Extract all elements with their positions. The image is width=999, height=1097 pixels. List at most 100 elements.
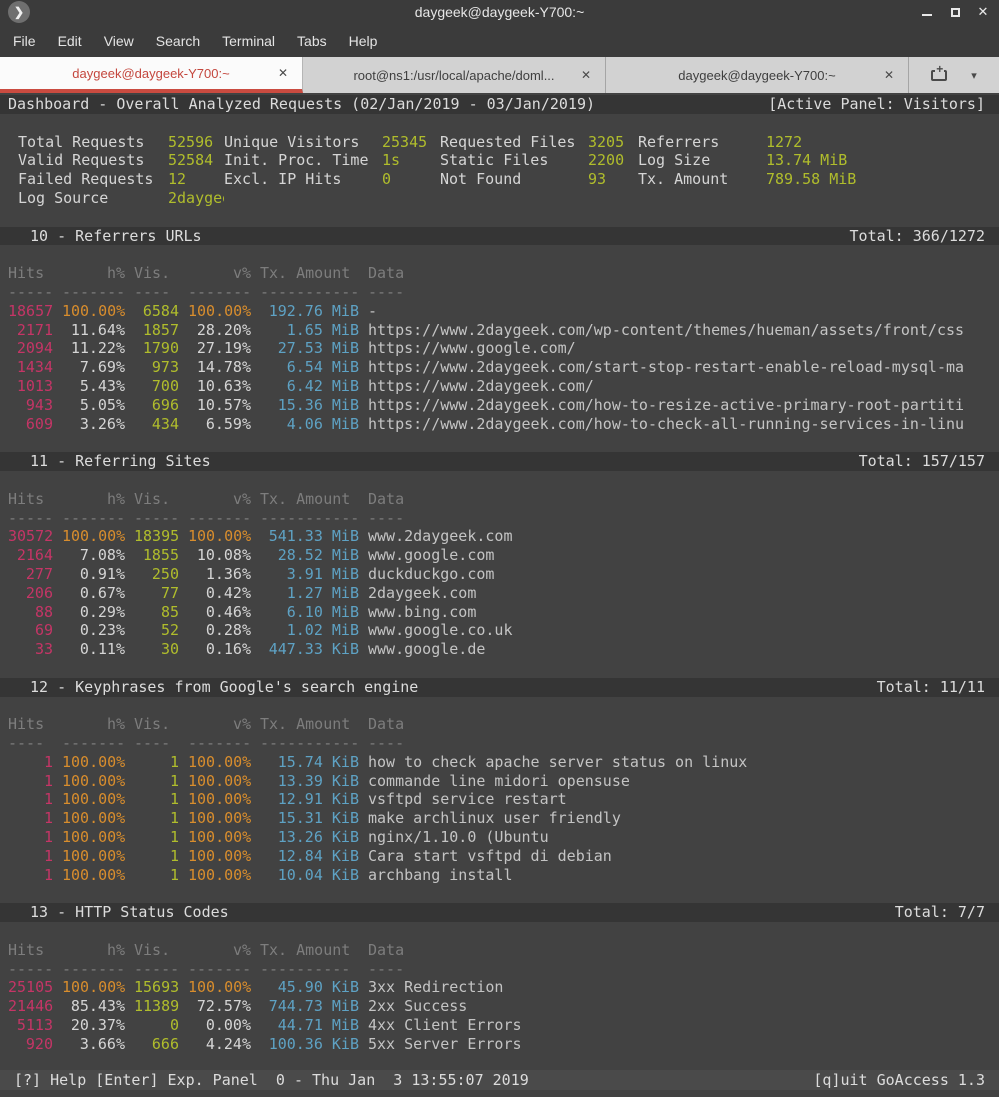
table-row[interactable]: 1 100.00% 1 100.00% 15.74 KiB how to che… bbox=[0, 753, 999, 772]
menu-item[interactable]: Terminal bbox=[222, 33, 275, 49]
tab-strip: daygeek@daygeek-Y700:~ ✕ root@ns1:/usr/l… bbox=[0, 57, 909, 93]
active-panel-indicator: [Active Panel: Visitors] bbox=[768, 95, 985, 114]
menu-item[interactable]: Edit bbox=[58, 33, 82, 49]
table-row[interactable]: 943 5.05% 696 10.57% 15.36 MiB https://w… bbox=[0, 396, 999, 415]
table-row[interactable]: 5113 20.37% 0 0.00% 44.71 MiB 4xx Client… bbox=[0, 1016, 999, 1035]
new-tab-button[interactable]: + bbox=[931, 70, 947, 81]
hits-percent-cell: 100.00% bbox=[62, 978, 125, 997]
tab-close-icon[interactable]: ✕ bbox=[581, 68, 591, 82]
visitors-cell: 250 bbox=[134, 565, 179, 584]
table-row[interactable]: 609 3.26% 434 6.59% 4.06 MiB https://www… bbox=[0, 415, 999, 434]
data-cell: make archlinux user friendly bbox=[368, 809, 999, 828]
summary-label: Not Found bbox=[440, 170, 588, 189]
menu-item[interactable]: File bbox=[13, 33, 36, 49]
terminal-tab[interactable]: daygeek@daygeek-Y700:~ ✕ bbox=[0, 57, 303, 93]
visitors-percent-cell: 100.00% bbox=[188, 753, 251, 772]
panel-header-bar[interactable]: 11 - Referring Sites Total: 157/157 bbox=[0, 452, 999, 471]
table-row[interactable]: 30572 100.00% 18395 100.00% 541.33 MiB w… bbox=[0, 527, 999, 546]
data-cell: - bbox=[368, 302, 999, 321]
visitors-cell: 1 bbox=[134, 828, 179, 847]
panel-header-bar[interactable]: 13 - HTTP Status Codes Total: 7/7 bbox=[0, 903, 999, 922]
col-visitors: Vis. bbox=[134, 715, 179, 734]
table-row[interactable]: 2171 11.64% 1857 28.20% 1.65 MiB https:/… bbox=[0, 321, 999, 340]
col-hits-percent: h% bbox=[62, 941, 125, 960]
panel-divider-row: ----- ------- ----- ------- ----------- … bbox=[0, 509, 999, 528]
hits-cell: 277 bbox=[8, 565, 53, 584]
menu-item[interactable]: View bbox=[104, 33, 134, 49]
tab-close-icon[interactable]: ✕ bbox=[278, 66, 288, 80]
visitors-cell: 77 bbox=[134, 584, 179, 603]
table-row[interactable]: 25105 100.00% 15693 100.00% 45.90 KiB 3x… bbox=[0, 978, 999, 997]
summary-label: Total Requests bbox=[18, 133, 168, 152]
table-row[interactable]: 2094 11.22% 1790 27.19% 27.53 MiB https:… bbox=[0, 339, 999, 358]
tab-list-dropdown-icon[interactable]: ▾ bbox=[971, 69, 977, 82]
visitors-cell: 434 bbox=[134, 415, 179, 434]
table-row[interactable]: 1 100.00% 1 100.00% 13.26 KiB nginx/1.10… bbox=[0, 828, 999, 847]
hits-percent-cell: 20.37% bbox=[62, 1016, 125, 1035]
summary-value: 1s bbox=[382, 151, 440, 170]
tx-amount-cell: 1.65 MiB bbox=[260, 321, 359, 340]
panel-rows: 18657 100.00% 6584 100.00% 192.76 MiB - … bbox=[0, 302, 999, 434]
panel-title: 12 - Keyphrases from Google's search eng… bbox=[30, 678, 418, 697]
table-row[interactable]: 1 100.00% 1 100.00% 13.39 KiB commande l… bbox=[0, 772, 999, 791]
col-visitors-percent: v% bbox=[188, 490, 251, 509]
tx-amount-cell: 1.02 MiB bbox=[260, 621, 359, 640]
summary-label: Tx. Amount bbox=[638, 170, 766, 189]
panel: 11 - Referring Sites Total: 157/157 Hits… bbox=[0, 452, 999, 678]
table-row[interactable]: 1434 7.69% 973 14.78% 6.54 MiB https://w… bbox=[0, 358, 999, 377]
menu-item[interactable]: Help bbox=[349, 33, 378, 49]
visitors-percent-cell: 27.19% bbox=[188, 339, 251, 358]
status-bar: [?] Help [Enter] Exp. Panel 0 - Thu Jan … bbox=[0, 1070, 999, 1090]
visitors-percent-cell: 14.78% bbox=[188, 358, 251, 377]
terminal-screen[interactable]: Dashboard - Overall Analyzed Requests (0… bbox=[0, 93, 999, 1097]
tab-close-icon[interactable]: ✕ bbox=[884, 68, 894, 82]
tx-amount-cell: 10.04 KiB bbox=[260, 866, 359, 885]
table-row[interactable]: 2164 7.08% 1855 10.08% 28.52 MiB www.goo… bbox=[0, 546, 999, 565]
tx-amount-cell: 28.52 MiB bbox=[260, 546, 359, 565]
status-bar-version: [q]uit GoAccess 1.3 bbox=[813, 1070, 985, 1090]
summary-label bbox=[440, 189, 588, 208]
hits-percent-cell: 100.00% bbox=[62, 772, 125, 791]
hits-cell: 1 bbox=[8, 809, 53, 828]
table-row[interactable]: 33 0.11% 30 0.16% 447.33 KiB www.google.… bbox=[0, 640, 999, 659]
terminal-tab[interactable]: daygeek@daygeek-Y700:~ ✕ bbox=[606, 57, 909, 93]
table-row[interactable]: 18657 100.00% 6584 100.00% 192.76 MiB - bbox=[0, 302, 999, 321]
minimize-icon[interactable] bbox=[921, 6, 933, 18]
table-row[interactable]: 88 0.29% 85 0.46% 6.10 MiB www.bing.com bbox=[0, 603, 999, 622]
table-row[interactable]: 69 0.23% 52 0.28% 1.02 MiB www.google.co… bbox=[0, 621, 999, 640]
col-data: Data bbox=[368, 264, 999, 283]
divider: ----------- bbox=[260, 509, 359, 528]
tx-amount-cell: 1.27 MiB bbox=[260, 584, 359, 603]
table-row[interactable]: 21446 85.43% 11389 72.57% 744.73 MiB 2xx… bbox=[0, 997, 999, 1016]
table-row[interactable]: 1 100.00% 1 100.00% 10.04 KiB archbang i… bbox=[0, 866, 999, 885]
visitors-cell: 1 bbox=[134, 866, 179, 885]
divider: ----- bbox=[134, 509, 179, 528]
table-row[interactable]: 206 0.67% 77 0.42% 1.27 MiB 2daygeek.com bbox=[0, 584, 999, 603]
tx-amount-cell: 12.91 KiB bbox=[260, 790, 359, 809]
table-row[interactable]: 1 100.00% 1 100.00% 12.91 KiB vsftpd ser… bbox=[0, 790, 999, 809]
table-row[interactable]: 920 3.66% 666 4.24% 100.36 KiB 5xx Serve… bbox=[0, 1035, 999, 1054]
menu-item[interactable]: Tabs bbox=[297, 33, 327, 49]
visitors-percent-cell: 100.00% bbox=[188, 978, 251, 997]
table-row[interactable]: 277 0.91% 250 1.36% 3.91 MiB duckduckgo.… bbox=[0, 565, 999, 584]
panel-column-headers: Hits h% Vis. v% Tx. Amount Data bbox=[0, 490, 999, 509]
panel-header-bar[interactable]: 10 - Referrers URLs Total: 366/1272 bbox=[0, 227, 999, 246]
table-row[interactable]: 1013 5.43% 700 10.63% 6.42 MiB https://w… bbox=[0, 377, 999, 396]
tx-amount-cell: 13.39 KiB bbox=[260, 772, 359, 791]
close-icon[interactable]: ✕ bbox=[977, 6, 989, 18]
visitors-percent-cell: 0.42% bbox=[188, 584, 251, 603]
tx-amount-cell: 3.91 MiB bbox=[260, 565, 359, 584]
hits-cell: 2171 bbox=[8, 321, 53, 340]
maximize-icon[interactable] bbox=[949, 6, 961, 18]
table-row[interactable]: 1 100.00% 1 100.00% 15.31 KiB make archl… bbox=[0, 809, 999, 828]
tx-amount-cell: 192.76 MiB bbox=[260, 302, 359, 321]
menu-item[interactable]: Search bbox=[156, 33, 200, 49]
summary-value bbox=[588, 189, 638, 208]
terminal-tab[interactable]: root@ns1:/usr/local/apache/doml... ✕ bbox=[303, 57, 606, 93]
table-row[interactable]: 1 100.00% 1 100.00% 12.84 KiB Cara start… bbox=[0, 847, 999, 866]
hits-cell: 920 bbox=[8, 1035, 53, 1054]
data-cell: www.google.de bbox=[368, 640, 999, 659]
divider: ----- bbox=[134, 960, 179, 979]
panel-header-bar[interactable]: 12 - Keyphrases from Google's search eng… bbox=[0, 678, 999, 697]
divider: ---- bbox=[368, 734, 999, 753]
